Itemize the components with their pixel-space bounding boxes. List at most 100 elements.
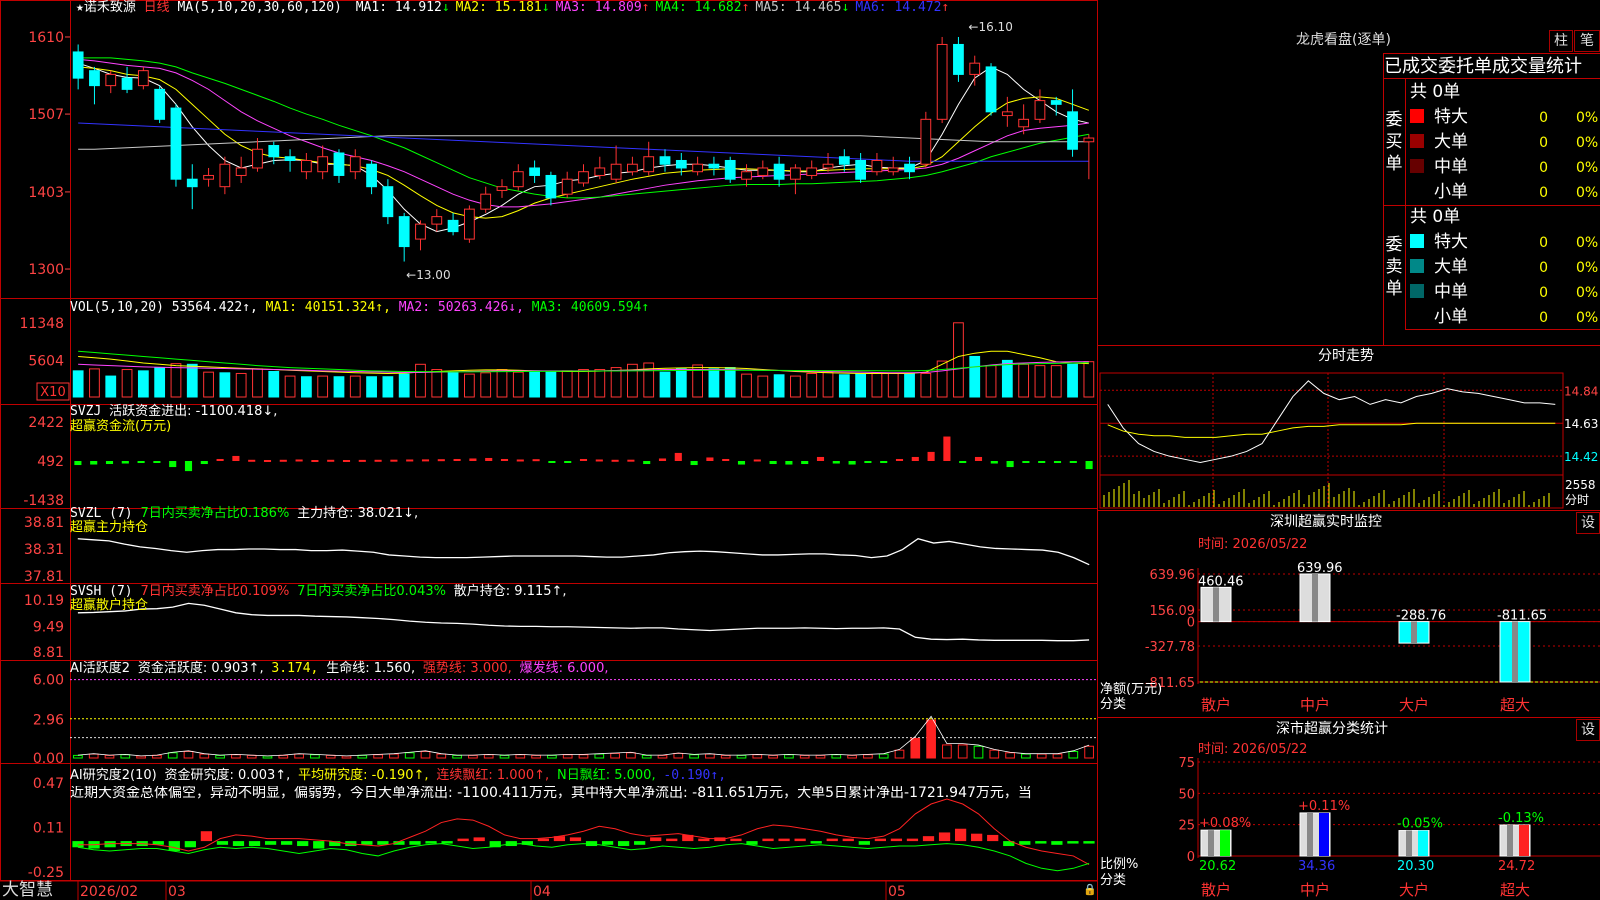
app-logo[interactable]: 大智慧 xyxy=(2,880,53,900)
monitor-value-label: -288.76 xyxy=(1396,609,1446,624)
candle-body xyxy=(317,156,329,173)
svzj-bar xyxy=(990,461,998,464)
svzj-bar xyxy=(1038,461,1046,463)
intraday-unit-label: 分时 xyxy=(1565,493,1589,507)
candle-body xyxy=(300,159,312,173)
ai-bar xyxy=(720,754,731,759)
vol-tick-label: 5604 xyxy=(28,353,64,369)
air-bar xyxy=(938,832,951,842)
vol-bar xyxy=(72,370,84,398)
svzj-bar xyxy=(611,459,619,462)
air-bar xyxy=(922,836,935,842)
candle-body xyxy=(871,159,883,173)
ai-bar xyxy=(878,753,889,759)
stock-name[interactable]: 诺禾致源 xyxy=(84,0,136,15)
ai-bar xyxy=(73,754,83,759)
period-label[interactable]: 日线 xyxy=(144,0,170,15)
monitor-settings-button[interactable]: 设 xyxy=(1576,512,1600,534)
svzj-bar xyxy=(295,459,303,462)
air-bar xyxy=(1051,841,1063,845)
air-bar xyxy=(826,838,838,842)
candle-body xyxy=(154,88,166,120)
svsh-text1: 7日内买卖净占比0.109% xyxy=(140,584,290,599)
air-bar xyxy=(906,838,919,842)
vol-bar xyxy=(953,322,964,398)
price-header: ★诺禾致源 日线 MA(5,10,20,30,60,120) MA1: 14.9… xyxy=(76,0,949,15)
air-bar xyxy=(618,841,630,847)
ai-bar xyxy=(989,749,1000,759)
classify-bar-color xyxy=(1220,830,1230,856)
ai-research-t2: 平均研究度: -0.190↑, xyxy=(298,768,429,783)
air-bar xyxy=(762,838,774,842)
svzj-bar xyxy=(1069,461,1077,463)
classify-bar-shade xyxy=(1208,830,1214,856)
svsh-tick-label: 8.81 xyxy=(33,645,64,661)
air-bar xyxy=(890,838,903,842)
ai-research-t5: -0.190↑, xyxy=(663,768,727,783)
candle-body xyxy=(578,171,589,184)
candle-body xyxy=(855,159,867,180)
sell-side-label: 单 xyxy=(1386,279,1403,299)
buy-row-name: 中单 xyxy=(1434,157,1468,177)
background xyxy=(0,0,1600,900)
ai-bar xyxy=(547,754,557,759)
intraday-tick-label: 14.84 xyxy=(1564,384,1598,398)
vol-header: VOL(5,10,20) 53564.422↑, MA1: 40151.324↑… xyxy=(70,300,649,315)
order-stats-tabs[interactable]: 已成交委托单成交量统计 xyxy=(1384,56,1600,78)
candle-body xyxy=(333,152,345,176)
ai-bar xyxy=(957,744,968,759)
tick-tab-button[interactable]: 笔 xyxy=(1574,30,1600,52)
air-bar xyxy=(794,838,806,842)
ai-bar xyxy=(104,754,115,759)
ai-active-t3: 生命线: 1.560, xyxy=(326,661,416,676)
ai-bar xyxy=(499,754,510,759)
candle-body xyxy=(953,43,964,75)
ai-bar xyxy=(784,754,794,759)
svzj-bar xyxy=(216,458,224,461)
svzj-bar xyxy=(469,458,477,461)
svzj-bar xyxy=(911,456,919,461)
vol-bar xyxy=(578,369,589,398)
vol-label: VOL(5,10,20) xyxy=(70,300,164,315)
svzj-bar xyxy=(959,461,967,464)
svzj-bar xyxy=(880,461,888,464)
svzj-bar xyxy=(548,461,556,463)
buy-row-name: 特大 xyxy=(1434,107,1468,127)
buy-row-swatch xyxy=(1410,134,1424,148)
ai-bar xyxy=(120,754,131,759)
svzj-bar xyxy=(485,457,493,461)
svzj-bar xyxy=(801,461,809,465)
vol-bar xyxy=(89,368,100,398)
lock-icon[interactable]: 🔒 xyxy=(1083,882,1097,897)
ai-bar xyxy=(736,754,747,759)
bar-tab-button[interactable]: 柱 xyxy=(1549,30,1573,52)
price-tick-label: 1300 xyxy=(28,262,64,278)
ma-value-6: MA6: 14.472↑ xyxy=(855,0,950,15)
svzj-header: SVZJ 活跃资金进出: -1100.418↓, xyxy=(70,404,277,419)
longhu-title: 龙虎看盘(逐单) xyxy=(1296,32,1391,48)
candle-body xyxy=(1034,100,1046,120)
candle-body xyxy=(512,171,524,188)
monitor-category-label: 超大 xyxy=(1500,696,1530,714)
classify-settings-button[interactable]: 设 xyxy=(1576,719,1600,741)
ai-bar xyxy=(910,737,921,759)
svzj-bar xyxy=(848,461,856,465)
vol-bar xyxy=(741,373,752,398)
air-bar xyxy=(537,838,549,842)
ai-bar xyxy=(1084,745,1094,759)
air-bar xyxy=(248,841,261,847)
monitor-category-label: 散户 xyxy=(1201,696,1231,714)
ai-bar xyxy=(404,752,415,759)
star-icon[interactable]: ★ xyxy=(76,0,84,15)
monitor-bar-shade xyxy=(1312,574,1318,622)
monitor-tick-label: 0 xyxy=(1187,616,1195,631)
svzj-bar xyxy=(74,461,82,466)
vol-bar xyxy=(838,374,850,398)
svzj-bar xyxy=(500,458,509,461)
ai-research-label: AI研究度2(10) xyxy=(70,768,157,783)
svzj-bar xyxy=(564,461,572,463)
classify-tick-label: 50 xyxy=(1178,787,1195,802)
classify-tick-label: 25 xyxy=(1178,819,1195,834)
svzj-bar xyxy=(437,459,445,462)
ai-bar xyxy=(310,754,320,759)
